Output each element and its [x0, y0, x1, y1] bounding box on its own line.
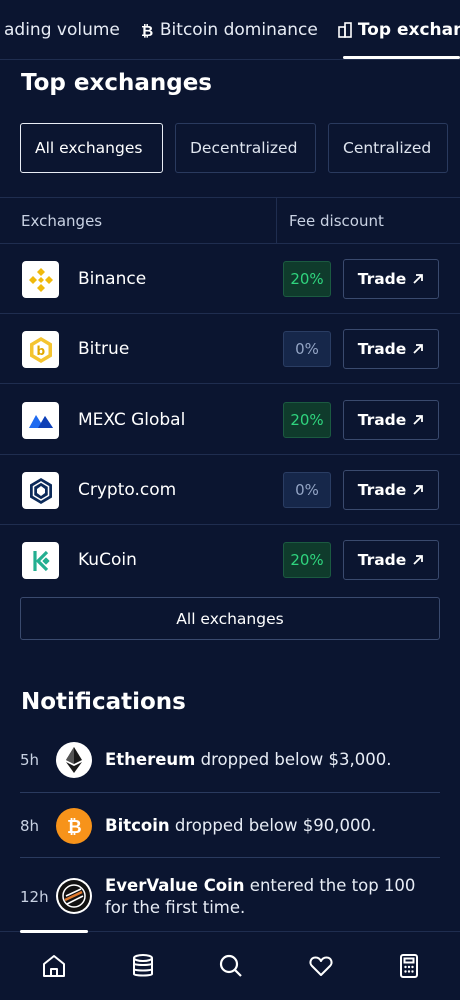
tab-trading-volume-label: ading volume	[4, 20, 120, 40]
bitcoin-icon: ₿	[140, 22, 154, 40]
bitrue-logo-icon: b	[22, 331, 59, 368]
tab-top-exchanges[interactable]: Top exchan	[328, 0, 460, 59]
svg-text:b: b	[36, 344, 45, 358]
bitcoin-coin-icon: ₿	[56, 808, 92, 844]
trade-button[interactable]: Trade	[343, 400, 439, 440]
ethereum-icon	[56, 742, 92, 778]
binance-logo-icon	[22, 261, 59, 298]
notification-item[interactable]: 12h EverValue Coin entered the top 100 f…	[20, 858, 440, 931]
trade-button-label: Trade	[357, 551, 407, 569]
fee-discount-badge: 20%	[283, 402, 331, 438]
notification-text: Bitcoin dropped below $90,000.	[105, 815, 440, 837]
trade-button-label: Trade	[357, 481, 407, 499]
trade-button[interactable]: Trade	[343, 259, 439, 299]
notification-text: Ethereum dropped below $3,000.	[105, 749, 440, 771]
calculator-icon[interactable]	[395, 952, 423, 980]
notification-message: dropped below $3,000.	[195, 750, 392, 769]
tab-top-exchanges-label: Top exchan	[357, 20, 460, 40]
notification-coin: Bitcoin	[105, 816, 170, 835]
all-exchanges-button[interactable]: All exchanges	[20, 597, 440, 640]
notification-message: dropped below $90,000.	[169, 816, 377, 835]
exchange-name: Binance	[78, 269, 147, 289]
trade-button-label: Trade	[357, 270, 407, 288]
exchanges-table-header: Exchanges Fee discount	[0, 197, 460, 244]
fee-discount-badge: 20%	[283, 261, 331, 297]
column-divider	[276, 198, 277, 244]
table-row[interactable]: KuCoin 20% Trade	[0, 525, 460, 595]
tab-bitcoin-dominance-label: Bitcoin dominance	[159, 20, 318, 40]
kucoin-logo-icon	[22, 542, 59, 579]
notifications-section-title: Notifications	[21, 689, 186, 715]
mexc-logo-icon	[22, 402, 59, 439]
notification-time: 5h	[20, 751, 40, 769]
arrow-up-right-icon	[413, 274, 424, 284]
svg-text:₿: ₿	[141, 22, 153, 38]
notification-coin: Ethereum	[105, 750, 196, 769]
exchange-name: Bitrue	[78, 339, 130, 359]
table-row[interactable]: MEXC Global 20% Trade	[0, 385, 460, 455]
notification-text: EverValue Coin entered the top 100 for t…	[105, 875, 440, 919]
evervalue-coin-icon	[56, 878, 92, 914]
arrow-up-right-icon	[413, 485, 424, 495]
svg-text:₿: ₿	[67, 817, 82, 838]
table-row[interactable]: Binance 20% Trade	[0, 244, 460, 314]
building-icon	[338, 22, 352, 38]
trade-button[interactable]: Trade	[343, 540, 439, 580]
trade-button-label: Trade	[357, 411, 407, 429]
filter-decentralized[interactable]: Decentralized	[175, 123, 316, 173]
notification-time: 8h	[20, 817, 40, 835]
heart-icon[interactable]	[307, 952, 335, 980]
trade-button[interactable]: Trade	[343, 329, 439, 369]
exchanges-section-title: Top exchanges	[21, 70, 212, 96]
arrow-up-right-icon	[413, 415, 424, 425]
notification-item[interactable]: 5h Ethereum dropped below $3,000.	[20, 728, 440, 793]
filter-all-exchanges[interactable]: All exchanges	[20, 123, 163, 173]
exchange-name: MEXC Global	[78, 410, 186, 430]
column-fee-discount[interactable]: Fee discount	[289, 198, 384, 244]
trade-button[interactable]: Trade	[343, 470, 439, 510]
table-row[interactable]: Crypto.com 0% Trade	[0, 455, 460, 525]
filter-centralized[interactable]: Centralized	[328, 123, 448, 173]
arrow-up-right-icon	[413, 555, 424, 565]
tab-bitcoin-dominance[interactable]: ₿ Bitcoin dominance	[130, 0, 328, 59]
database-icon[interactable]	[129, 952, 157, 980]
bottom-navigation	[0, 930, 460, 1000]
search-icon[interactable]	[217, 952, 245, 980]
fee-discount-badge: 0%	[283, 331, 331, 367]
notification-item[interactable]: 8h ₿ Bitcoin dropped below $90,000.	[20, 793, 440, 858]
column-exchanges[interactable]: Exchanges	[21, 198, 102, 244]
table-row[interactable]: b Bitrue 0% Trade	[0, 314, 460, 384]
tab-trading-volume[interactable]: ading volume	[0, 0, 130, 59]
fee-discount-badge: 0%	[283, 472, 331, 508]
exchange-name: Crypto.com	[78, 480, 177, 500]
fee-discount-badge: 20%	[283, 542, 331, 578]
active-tab-indicator	[343, 56, 460, 59]
arrow-up-right-icon	[413, 344, 424, 354]
notification-coin: EverValue Coin	[105, 876, 245, 895]
trade-button-label: Trade	[357, 340, 407, 358]
active-nav-indicator	[20, 930, 88, 933]
top-tabs-bar: ading volume ₿ Bitcoin dominance Top exc…	[0, 0, 460, 60]
notification-time: 12h	[20, 888, 49, 906]
exchange-name: KuCoin	[78, 550, 137, 570]
home-icon[interactable]	[40, 952, 68, 980]
cryptocom-logo-icon	[22, 472, 59, 509]
exchange-filter-group: All exchanges Decentralized Centralized	[20, 123, 448, 173]
